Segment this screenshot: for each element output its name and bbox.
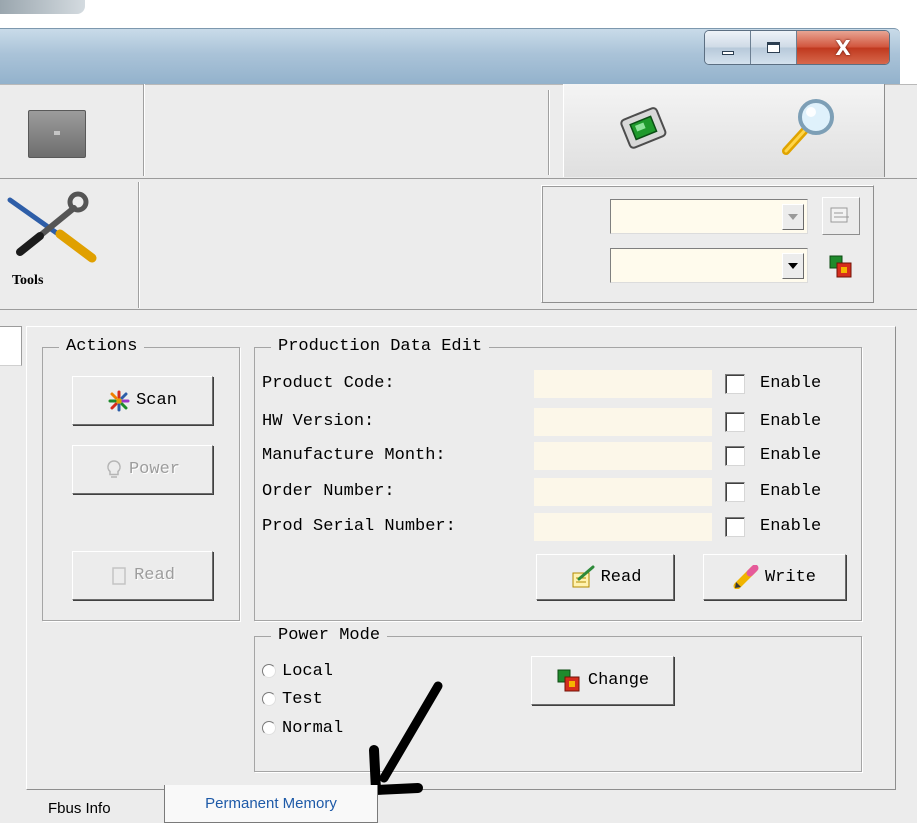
- radio-button[interactable]: [262, 721, 276, 735]
- change-label: Change: [587, 671, 650, 690]
- scan-label: Scan: [136, 391, 177, 410]
- maximize-button[interactable]: [751, 31, 797, 64]
- order-number-label: Order Number:: [262, 482, 395, 501]
- minimize-icon: [721, 50, 734, 55]
- product-code-enable-checkbox[interactable]: [725, 374, 745, 394]
- hw-version-input[interactable]: [534, 408, 712, 436]
- enable-label: Enable: [760, 446, 822, 465]
- manufacture-month-label: Manufacture Month:: [262, 446, 446, 465]
- lightbulb-icon: [107, 459, 121, 478]
- chip-icon[interactable]: [618, 105, 668, 150]
- power-label: Power: [128, 460, 180, 479]
- actions-group-title: Actions: [59, 337, 145, 357]
- hw-version-row: HW Version: Enable: [262, 408, 862, 438]
- enable-label: Enable: [760, 482, 822, 501]
- radio-label-test: Test: [282, 689, 323, 709]
- radio-label-normal: Normal: [282, 718, 344, 738]
- write-button[interactable]: Write: [703, 554, 846, 600]
- power-mode-group-title: Power Mode: [271, 626, 388, 646]
- tools-icon[interactable]: [0, 186, 110, 264]
- radio-label-local: Local: [282, 661, 334, 681]
- combo-dropdown-button[interactable]: [782, 204, 804, 230]
- write-label: Write: [764, 567, 816, 587]
- left-panel-edge: [0, 326, 22, 366]
- power-button[interactable]: Power: [72, 445, 213, 494]
- order-number-enable-checkbox[interactable]: [725, 482, 745, 502]
- read-label: Read: [134, 566, 175, 585]
- prod-serial-number-enable-checkbox[interactable]: [725, 517, 745, 537]
- radio-button[interactable]: [262, 664, 276, 678]
- window-corner-decoration: [0, 0, 85, 14]
- read-icon: [112, 566, 126, 585]
- scan-button[interactable]: Scan: [72, 376, 213, 425]
- window-controls: X: [704, 30, 890, 65]
- combo-dropdown-button[interactable]: [782, 253, 804, 279]
- tab-fbus-info[interactable]: Fbus Info: [38, 794, 121, 823]
- read-label: Read: [600, 567, 642, 587]
- prod-serial-number-row: Prod Serial Number: Enable: [262, 513, 862, 543]
- magnifier-icon[interactable]: [776, 95, 840, 159]
- device-box-icon[interactable]: [28, 110, 86, 158]
- annotation-arrow-icon: [369, 681, 443, 795]
- hw-version-enable-checkbox[interactable]: [725, 412, 745, 432]
- production-group-title: Production Data Edit: [271, 337, 490, 357]
- tools-label: Tools: [12, 273, 44, 288]
- change-button[interactable]: Change: [531, 656, 674, 705]
- prod-serial-number-label: Prod Serial Number:: [262, 517, 456, 536]
- toolbar-separator: [138, 182, 140, 308]
- toolbar-separator: [143, 84, 145, 176]
- settings-page-icon: [830, 207, 849, 223]
- connection-settings-button[interactable]: [822, 197, 860, 235]
- scan-icon: [108, 390, 130, 411]
- minimize-button[interactable]: [705, 31, 751, 64]
- read-button[interactable]: Read: [536, 554, 674, 600]
- connect-icon: [829, 255, 852, 278]
- manufacture-month-row: Manufacture Month: Enable: [262, 442, 862, 472]
- product-code-input[interactable]: [534, 370, 712, 398]
- chevron-down-icon: [788, 263, 798, 269]
- prod-serial-number-input[interactable]: [534, 513, 712, 541]
- connection-combo-2[interactable]: [610, 248, 808, 283]
- hw-version-label: HW Version:: [262, 412, 375, 431]
- radio-button[interactable]: [262, 692, 276, 706]
- toolbar-separator: [548, 90, 550, 175]
- radio-test[interactable]: Test: [262, 687, 323, 711]
- pencil-icon: [733, 565, 759, 589]
- close-button[interactable]: X: [797, 31, 889, 64]
- manufacture-month-input[interactable]: [534, 442, 712, 470]
- radio-local[interactable]: Local: [262, 659, 333, 683]
- product-code-row: Product Code: Enable: [262, 370, 862, 400]
- tab-permanent-memory[interactable]: Permanent Memory: [164, 785, 378, 823]
- product-code-label: Product Code:: [262, 374, 395, 393]
- read-button-actions[interactable]: Read: [72, 551, 213, 600]
- radio-normal[interactable]: Normal: [262, 716, 343, 740]
- enable-label: Enable: [760, 374, 822, 393]
- order-number-input[interactable]: [534, 478, 712, 506]
- manufacture-month-enable-checkbox[interactable]: [725, 446, 745, 466]
- connection-combo-1[interactable]: [610, 199, 808, 234]
- change-icon: [557, 669, 580, 691]
- chevron-down-icon: [788, 214, 798, 220]
- maximize-icon: [767, 42, 780, 53]
- close-icon: X: [835, 35, 851, 60]
- enable-label: Enable: [760, 517, 822, 536]
- read-notes-icon: [572, 565, 595, 588]
- connect-button[interactable]: [822, 248, 860, 286]
- order-number-row: Order Number: Enable: [262, 478, 862, 508]
- enable-label: Enable: [760, 412, 822, 431]
